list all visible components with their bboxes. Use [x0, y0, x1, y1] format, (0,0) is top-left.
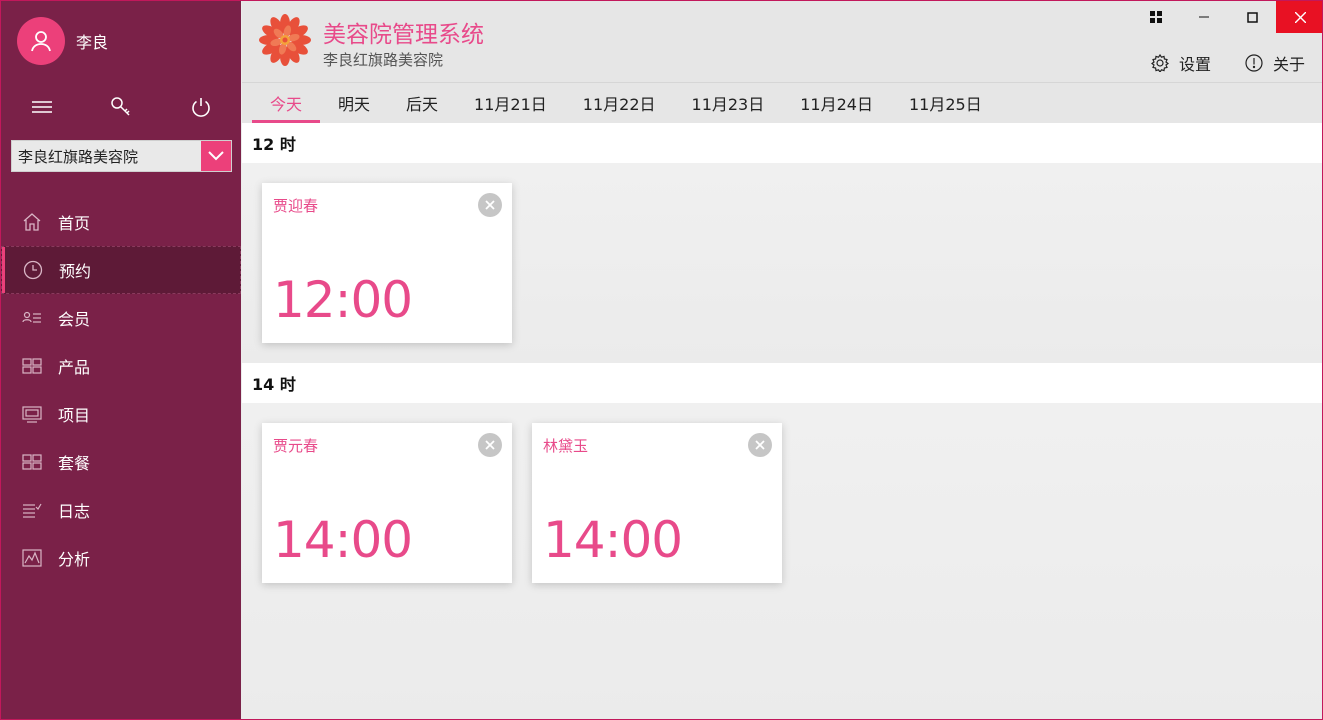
app-header: 美容院管理系统 李良红旗路美容院 设置 关于: [242, 1, 1322, 82]
delete-appointment-button[interactable]: [478, 433, 502, 457]
app-window: 李良 李良红旗路美容院 首页 预约 会员 产品 项目 套餐 日志 分析 美容院管…: [0, 0, 1323, 720]
menu-button[interactable]: [22, 87, 62, 127]
close-icon: [485, 440, 495, 450]
tab-date[interactable]: 11月21日: [456, 83, 565, 123]
nav-item-logs[interactable]: 日志: [1, 486, 241, 534]
apps-button[interactable]: [1132, 1, 1180, 33]
nav-item-products[interactable]: 产品: [1, 342, 241, 390]
customer-name: 贾迎春: [273, 197, 319, 215]
appointment-time: 12:00: [273, 271, 413, 329]
window-controls: [1132, 1, 1322, 33]
sidebar: 李良 李良红旗路美容院 首页 预约 会员 产品 项目 套餐 日志 分析: [1, 1, 241, 719]
key-icon: [111, 97, 130, 116]
nav-label: 套餐: [58, 454, 91, 473]
nav-item-projects[interactable]: 项目: [1, 390, 241, 438]
appointment-card[interactable]: 贾元春 14:00: [262, 423, 512, 583]
settings-label: 设置: [1179, 55, 1212, 74]
package-grid-icon: [22, 452, 42, 472]
nav-label: 项目: [58, 406, 91, 425]
member-list-icon: [22, 308, 42, 328]
hour-group: 贾迎春 12:00: [242, 163, 1322, 363]
close-icon: [1294, 11, 1306, 23]
appointment-card[interactable]: 贾迎春 12:00: [262, 183, 512, 343]
clock-icon: [23, 260, 43, 280]
tab-date[interactable]: 11月22日: [565, 83, 674, 123]
appointment-time: 14:00: [273, 511, 413, 569]
about-button[interactable]: 关于: [1245, 51, 1305, 75]
key-button[interactable]: [101, 87, 141, 127]
user-info: 李良: [17, 17, 108, 65]
delete-appointment-button[interactable]: [478, 193, 502, 217]
nav-item-members[interactable]: 会员: [1, 294, 241, 342]
app-title: 美容院管理系统: [323, 22, 484, 48]
tab-day-after[interactable]: 后天: [388, 83, 456, 123]
tab-tomorrow[interactable]: 明天: [320, 83, 388, 123]
gear-icon: [1151, 54, 1169, 72]
tab-date[interactable]: 11月24日: [782, 83, 891, 123]
grid-icon: [1150, 11, 1162, 23]
maximize-button[interactable]: [1228, 1, 1276, 33]
app-subtitle: 李良红旗路美容院: [323, 51, 444, 69]
hour-group: 贾元春 14:00 林黛玉 14:00: [242, 403, 1322, 719]
minimize-button[interactable]: [1180, 1, 1228, 33]
appointment-card[interactable]: 林黛玉 14:00: [532, 423, 782, 583]
flower-logo-icon: [259, 14, 311, 66]
avatar[interactable]: [17, 17, 65, 65]
date-tabs: 今天 明天 后天 11月21日 11月22日 11月23日 11月24日 11月…: [242, 82, 1322, 123]
hamburger-icon: [32, 101, 52, 113]
settings-button[interactable]: 设置: [1151, 51, 1211, 75]
product-grid-icon: [22, 356, 42, 376]
about-label: 关于: [1273, 55, 1306, 74]
customer-name: 贾元春: [273, 437, 319, 455]
delete-appointment-button[interactable]: [748, 433, 772, 457]
customer-name: 林黛玉: [543, 437, 589, 455]
nav-item-analysis[interactable]: 分析: [1, 534, 241, 582]
close-button[interactable]: [1276, 1, 1322, 33]
hour-header: 12 时: [242, 123, 1322, 163]
sidebar-toolbar: [1, 87, 241, 127]
minimize-icon: [1199, 16, 1209, 18]
chevron-down-icon: [208, 151, 224, 161]
store-select-value: 李良红旗路美容院: [18, 147, 139, 166]
log-list-icon: [22, 500, 42, 520]
nav-label: 预约: [59, 262, 92, 281]
nav-label: 日志: [58, 502, 91, 521]
store-select[interactable]: 李良红旗路美容院: [11, 140, 232, 172]
dropdown-button[interactable]: [201, 141, 231, 171]
nav-label: 产品: [58, 358, 91, 377]
nav-label: 分析: [58, 550, 91, 569]
nav-label: 首页: [58, 214, 91, 233]
nav-label: 会员: [58, 310, 91, 329]
home-icon: [22, 212, 42, 232]
hour-header: 14 时: [242, 363, 1322, 403]
user-name: 李良: [76, 33, 109, 52]
info-icon: [1245, 54, 1263, 72]
analysis-chart-icon: [22, 548, 42, 568]
appointment-list: 12 时 贾迎春 12:00 14 时 贾元春 14:00 林黛玉 14:00: [242, 123, 1322, 719]
close-icon: [485, 200, 495, 210]
nav-item-packages[interactable]: 套餐: [1, 438, 241, 486]
nav-item-home[interactable]: 首页: [1, 198, 241, 246]
power-icon: [192, 98, 210, 117]
sidebar-nav: 首页 预约 会员 产品 项目 套餐 日志 分析: [1, 198, 241, 582]
nav-item-appointments[interactable]: 预约: [1, 246, 241, 294]
appointment-time: 14:00: [543, 511, 683, 569]
project-monitor-icon: [22, 404, 42, 424]
close-icon: [755, 440, 765, 450]
tab-today[interactable]: 今天: [252, 83, 321, 123]
user-icon: [31, 31, 51, 52]
maximize-icon: [1246, 11, 1258, 23]
tab-date[interactable]: 11月25日: [891, 83, 1000, 123]
tab-date[interactable]: 11月23日: [674, 83, 783, 123]
power-button[interactable]: [181, 87, 221, 127]
